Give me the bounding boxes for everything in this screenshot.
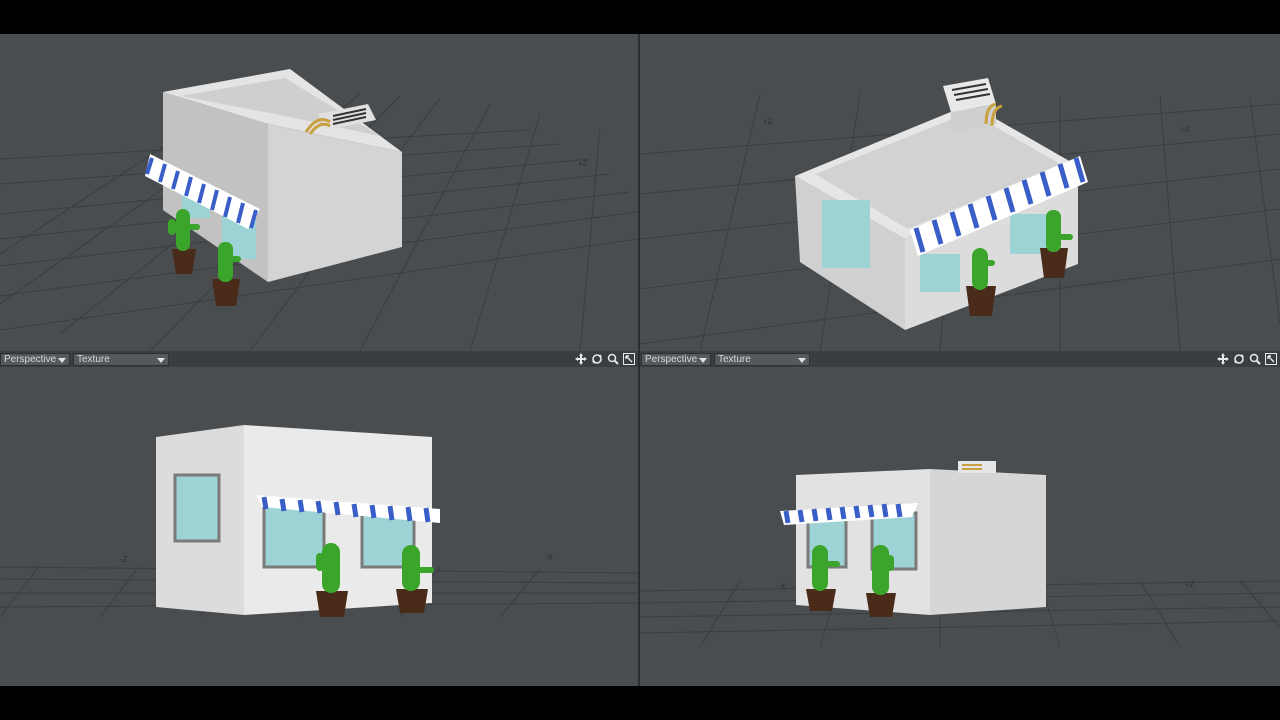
- dropdown-arrow-icon: [157, 357, 165, 363]
- axis-label-neg-x: -X: [545, 553, 554, 562]
- shading-mode-dropdown[interactable]: Texture: [73, 352, 169, 366]
- move-view-icon[interactable]: [574, 352, 588, 366]
- axis-label-pos-x: +X: [1180, 125, 1191, 134]
- window-side: [173, 473, 221, 543]
- maximize-viewport-icon[interactable]: [1264, 352, 1278, 366]
- modeler-app: +Z +Z +X -Z -X -X +Z Perspective Texture…: [0, 34, 1280, 686]
- letterbox-top: [0, 0, 1280, 34]
- viewport-toolbar-top-right: Perspective Texture: [641, 352, 1280, 366]
- letterbox-bottom: [0, 686, 1280, 720]
- rotate-view-icon[interactable]: [1232, 352, 1246, 366]
- window-side: [822, 200, 870, 268]
- axis-label-neg-z: -Z: [120, 555, 128, 564]
- viewport-divider-vertical[interactable]: [638, 34, 640, 686]
- viewport-scene: -X +Z: [640, 461, 1280, 648]
- viewport-scene: +Z +X: [640, 78, 1280, 351]
- viewport-bottom-left[interactable]: -Z -X: [0, 367, 638, 686]
- maximize-viewport-icon[interactable]: [622, 352, 636, 366]
- dropdown-arrow-icon: [798, 357, 806, 363]
- axis-label-pos-z: +Z: [1185, 580, 1195, 589]
- viewport-nav-icons: [1216, 352, 1278, 366]
- view-mode-label: Perspective: [645, 353, 698, 365]
- shading-mode-dropdown[interactable]: Texture: [714, 352, 810, 366]
- view-mode-label: Perspective: [4, 353, 57, 365]
- window-front: [920, 254, 960, 292]
- axis-label-neg-x: -X: [778, 582, 787, 591]
- zoom-view-icon[interactable]: [1248, 352, 1262, 366]
- view-mode-dropdown[interactable]: Perspective: [0, 352, 70, 366]
- dropdown-arrow-icon: [58, 357, 66, 363]
- axis-label-pos-z: +Z: [578, 159, 588, 168]
- viewport-top-right[interactable]: +Z +X: [640, 34, 1280, 351]
- viewport-scene: -Z -X: [0, 425, 638, 618]
- viewport-top-left[interactable]: +Z: [0, 34, 638, 351]
- building-side: [930, 469, 1046, 615]
- viewport-nav-icons: [574, 352, 636, 366]
- viewport-bottom-right[interactable]: -X +Z: [640, 367, 1280, 686]
- shading-mode-label: Texture: [77, 353, 110, 365]
- viewport-scene: +Z: [0, 69, 638, 351]
- window-front: [262, 503, 326, 569]
- axis-label-pos-z: +Z: [763, 117, 773, 126]
- zoom-view-icon[interactable]: [606, 352, 620, 366]
- viewport-toolbar-top-left: Perspective Texture: [0, 352, 638, 366]
- view-mode-dropdown[interactable]: Perspective: [641, 352, 711, 366]
- rotate-view-icon[interactable]: [590, 352, 604, 366]
- shading-mode-label: Texture: [718, 353, 751, 365]
- move-view-icon[interactable]: [1216, 352, 1230, 366]
- dropdown-arrow-icon: [699, 357, 707, 363]
- ac-unit: [958, 461, 996, 473]
